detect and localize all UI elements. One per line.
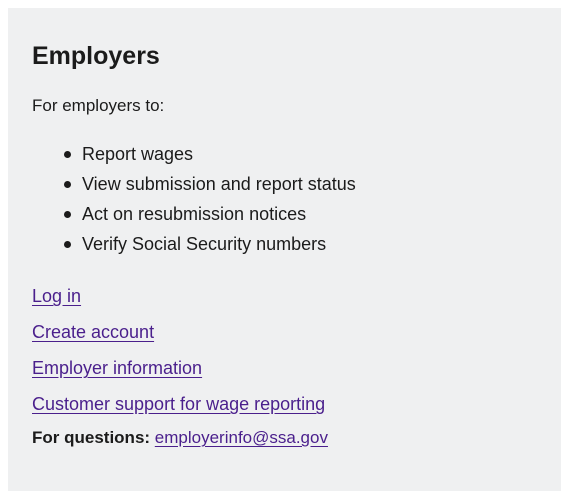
customer-support-link[interactable]: Customer support for wage reporting <box>32 392 325 416</box>
feature-list: Report wages View submission and report … <box>32 139 561 259</box>
list-item: View submission and report status <box>60 169 561 199</box>
questions-line: For questions: employerinfo@ssa.gov <box>32 427 561 449</box>
list-item-text: View submission and report status <box>82 174 356 194</box>
action-links: Log in Create account Employer informati… <box>32 284 561 416</box>
list-item-text: Act on resubmission notices <box>82 204 307 224</box>
list-item-text: Verify Social Security numbers <box>82 234 327 254</box>
bullet-icon <box>64 211 71 218</box>
log-in-link[interactable]: Log in <box>32 284 81 308</box>
list-item: Act on resubmission notices <box>60 199 561 229</box>
card-intro: For employers to: <box>32 96 165 115</box>
list-item: Verify Social Security numbers <box>60 229 561 259</box>
list-item: Report wages <box>60 139 561 169</box>
employer-email-link[interactable]: employerinfo@ssa.gov <box>155 428 328 447</box>
questions-label: For questions: <box>32 428 151 447</box>
create-account-link[interactable]: Create account <box>32 320 154 344</box>
bullet-icon <box>64 241 71 248</box>
employers-card: Employers For employers to: Report wages… <box>8 8 561 491</box>
card-title: Employers <box>32 42 160 70</box>
list-item-text: Report wages <box>82 144 194 164</box>
bullet-icon <box>64 181 71 188</box>
employer-information-link[interactable]: Employer information <box>32 356 202 380</box>
bullet-icon <box>64 151 71 158</box>
